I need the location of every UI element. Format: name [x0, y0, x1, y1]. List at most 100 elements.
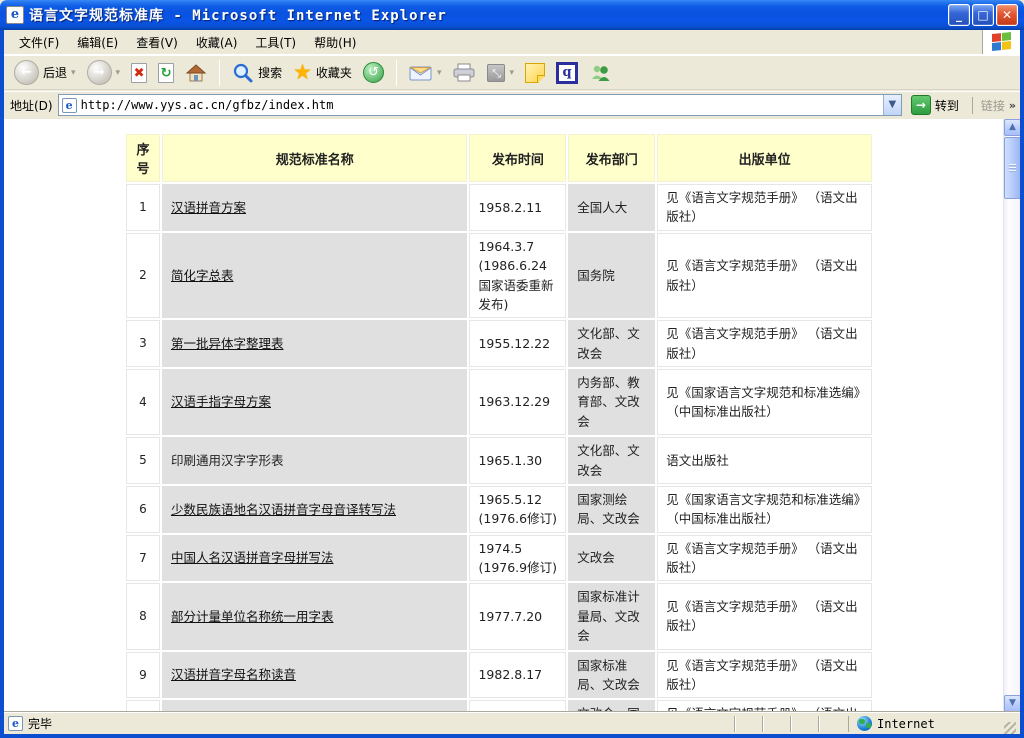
- stop-button[interactable]: ✖: [127, 61, 151, 85]
- standard-link[interactable]: 汉语拼音字母名称读音: [171, 667, 296, 682]
- forward-dropdown-icon[interactable]: ▾: [116, 68, 121, 78]
- cell-publisher: 见《语言文字规范手册》 （语文出版社）: [657, 583, 872, 649]
- standard-link[interactable]: 中国人名汉语拼音字母拼写法: [171, 550, 334, 565]
- messenger-icon: [589, 62, 613, 84]
- print-button[interactable]: [448, 61, 480, 85]
- back-button[interactable]: ← 后退 ▾: [10, 58, 80, 87]
- standard-link[interactable]: 简化字总表: [171, 268, 234, 283]
- menu-file[interactable]: 文件(F): [10, 31, 68, 54]
- status-pane: [762, 716, 790, 732]
- sticky-note-icon: [525, 63, 545, 83]
- cell-standard-name: 汉语拼音方案: [162, 184, 468, 231]
- address-bar: 地址(D) e http://www.yys.ac.cn/gfbz/index.…: [4, 91, 1020, 118]
- forward-button[interactable]: → ▾: [83, 58, 125, 87]
- globe-icon: [857, 716, 872, 731]
- cell-publisher: 见《语言文字规范手册》 （语文出版社）: [657, 535, 872, 582]
- table-row: 6少数民族语地名汉语拼音字母音译转写法1965.5.12 (1976.6修订)国…: [126, 486, 872, 533]
- cell-publisher: 见《语言文字规范手册》 （语文出版社）: [657, 184, 872, 231]
- cell-serial: 7: [126, 535, 160, 582]
- scroll-up-icon[interactable]: ▲: [1004, 119, 1020, 136]
- standard-link[interactable]: 汉语手指字母方案: [171, 394, 271, 409]
- address-url[interactable]: http://www.yys.ac.cn/gfbz/index.htm: [81, 98, 883, 112]
- links-label: 链接: [981, 97, 1005, 114]
- status-text: 完毕: [28, 715, 52, 732]
- q-tool-button[interactable]: q: [552, 60, 582, 86]
- menu-favorites[interactable]: 收藏(A): [187, 31, 247, 54]
- history-button[interactable]: ↺: [359, 60, 388, 85]
- go-arrow-icon: →: [911, 95, 931, 115]
- back-dropdown-icon[interactable]: ▾: [71, 68, 76, 78]
- cell-publish-date: 1955.12.22: [469, 320, 566, 367]
- cell-serial: 8: [126, 583, 160, 649]
- column-header: 发布时间: [469, 134, 566, 182]
- cell-standard-name: 汉语拼音字母名称读音: [162, 652, 468, 699]
- home-button[interactable]: [181, 61, 211, 85]
- mail-button[interactable]: ▾: [405, 62, 446, 84]
- resize-dropdown-icon[interactable]: ▾: [509, 68, 514, 78]
- cell-standard-name: 第一批异体字整理表: [162, 320, 468, 367]
- address-input[interactable]: e http://www.yys.ac.cn/gfbz/index.htm ▼: [58, 94, 902, 116]
- window-frame: 文件(F) 编辑(E) 查看(V) 收藏(A) 工具(T) 帮助(H) ← 后退…: [0, 30, 1024, 738]
- menu-view[interactable]: 查看(V): [127, 31, 187, 54]
- standard-link[interactable]: 少数民族语地名汉语拼音字母音译转写法: [171, 502, 396, 517]
- cell-standard-name: 中国人名汉语拼音字母拼写法: [162, 535, 468, 582]
- cell-publish-date: 1964.3.7 (1986.6.24国家语委重新发布): [469, 233, 566, 319]
- status-page-icon: e: [8, 716, 23, 731]
- messenger-button[interactable]: [585, 60, 617, 86]
- home-icon: [185, 63, 207, 83]
- toolbar: ← 后退 ▾ → ▾ ✖ ↻ 搜索: [4, 55, 1020, 90]
- address-dropdown-icon[interactable]: ▼: [883, 95, 901, 115]
- search-button[interactable]: 搜索: [228, 60, 286, 86]
- mail-dropdown-icon[interactable]: ▾: [437, 68, 442, 78]
- table-body: 1汉语拼音方案1958.2.11全国人大见《语言文字规范手册》 （语文出版社）2…: [126, 184, 872, 712]
- windows-logo-panel: [982, 30, 1020, 54]
- resize-grip[interactable]: [1004, 722, 1016, 734]
- close-button[interactable]: ✕: [996, 4, 1018, 26]
- cell-publish-date: 1974.5 (1976.9修订): [469, 535, 566, 582]
- menu-help[interactable]: 帮助(H): [305, 31, 365, 54]
- q-tool-icon: q: [556, 62, 578, 84]
- cell-publish-dept: 国务院: [568, 233, 655, 319]
- cell-serial: 10: [126, 700, 160, 712]
- resize-button[interactable]: ⤡ ▾: [483, 62, 518, 84]
- maximize-button[interactable]: □: [972, 4, 994, 26]
- note-button[interactable]: [521, 61, 549, 85]
- cell-publish-date: 1965.1.30: [469, 437, 566, 484]
- cell-publish-dept: 国家标准计量局、文改会: [568, 583, 655, 649]
- refresh-button[interactable]: ↻: [154, 61, 178, 85]
- column-header: 规范标准名称: [162, 134, 468, 182]
- search-icon: [232, 62, 254, 84]
- status-bar: e 完毕 Internet: [4, 712, 1020, 734]
- menu-tools[interactable]: 工具(T): [246, 31, 305, 54]
- favorites-button[interactable]: ★ 收藏夹: [289, 60, 356, 85]
- cell-publish-dept: 国家标准局、文改会: [568, 652, 655, 699]
- cell-publish-date: 1983.: [469, 700, 566, 712]
- cell-publish-date: 1965.5.12 (1976.6修订): [469, 486, 566, 533]
- ie-window-icon: e: [6, 6, 24, 24]
- minimize-button[interactable]: _: [948, 4, 970, 26]
- links-chevron-icon[interactable]: »: [1009, 99, 1016, 112]
- standard-link[interactable]: 部分计量单位名称统一用字表: [171, 609, 334, 624]
- standard-link[interactable]: 第一批异体字整理表: [171, 336, 284, 351]
- stop-icon: ✖: [131, 63, 147, 83]
- menu-edit[interactable]: 编辑(E): [68, 31, 127, 54]
- cell-publish-date: 1958.2.11: [469, 184, 566, 231]
- cell-publisher: 见《语言文字规范手册》 （语文出版社）: [657, 233, 872, 319]
- refresh-icon: ↻: [158, 63, 174, 83]
- scrollbar-thumb[interactable]: [1004, 137, 1020, 199]
- cell-publisher: 见《语言文字规范手册》 （语文出版社）: [657, 652, 872, 699]
- print-icon: [452, 63, 476, 83]
- cell-publish-dept: 文改会: [568, 535, 655, 582]
- vertical-scrollbar[interactable]: ▲ ▼: [1003, 119, 1020, 712]
- table-row: 1汉语拼音方案1958.2.11全国人大见《语言文字规范手册》 （语文出版社）: [126, 184, 872, 231]
- toolbar-separator: [396, 60, 397, 86]
- links-bar[interactable]: 链接 »: [972, 97, 1016, 114]
- scroll-down-icon[interactable]: ▼: [1004, 695, 1020, 712]
- go-button[interactable]: → 转到: [907, 94, 963, 116]
- cell-publish-dept: 文改会、国家出版局: [568, 700, 655, 712]
- table-row: 8部分计量单位名称统一用字表1977.7.20国家标准计量局、文改会见《语言文字…: [126, 583, 872, 649]
- table-header-row: 序号规范标准名称发布时间发布部门出版单位: [126, 134, 872, 182]
- status-pane: [818, 716, 846, 732]
- table-row: 9汉语拼音字母名称读音1982.8.17国家标准局、文改会见《语言文字规范手册》…: [126, 652, 872, 699]
- standard-link[interactable]: 汉语拼音方案: [171, 200, 246, 215]
